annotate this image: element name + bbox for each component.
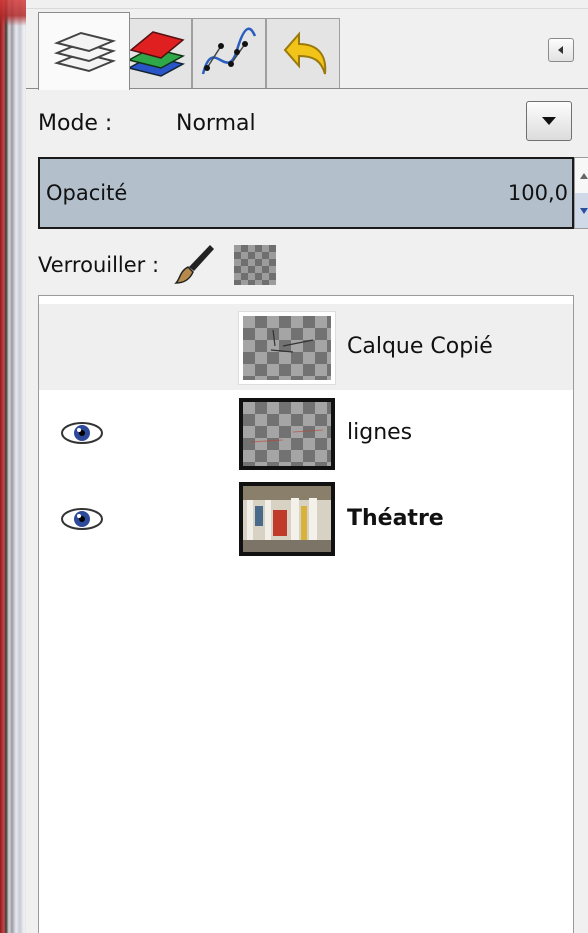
- tab-menu-button[interactable]: [548, 38, 574, 62]
- tab-undo-history[interactable]: [266, 18, 340, 88]
- tab-menu-arrow-icon: [558, 46, 563, 54]
- mode-value[interactable]: Normal: [176, 111, 376, 136]
- chevron-up-icon: [580, 172, 588, 179]
- layer-row[interactable]: Théatre: [39, 476, 573, 562]
- spin-up-button[interactable]: [575, 158, 588, 194]
- chevron-down-icon: [542, 117, 556, 125]
- layers-panel: Mode : Normal Opacité 100,0 Verrouiller …: [26, 88, 588, 933]
- mode-dropdown-button[interactable]: [526, 101, 572, 141]
- opacity-label: Opacité: [46, 181, 128, 205]
- eye-icon[interactable]: [59, 420, 105, 446]
- layer-thumbnail: [239, 398, 335, 470]
- layer-name: Théatre: [347, 506, 444, 531]
- layer-name: Calque Copié: [347, 334, 493, 359]
- theatre-photo: [243, 486, 331, 552]
- undo-history-icon: [283, 30, 327, 74]
- spin-down-button[interactable]: [575, 193, 588, 228]
- lock-label: Verrouiller :: [38, 253, 160, 277]
- opacity-spinner[interactable]: [574, 157, 588, 229]
- sketch-lines: [270, 329, 314, 353]
- layer-thumbnail: [239, 482, 335, 556]
- alpha-checker-icon[interactable]: [234, 245, 276, 285]
- dock-tabs: [26, 8, 588, 90]
- chevron-down-icon: [580, 207, 588, 214]
- layer-thumbnail: [238, 311, 336, 385]
- paths-icon: [201, 27, 257, 74]
- line-marks: [250, 429, 324, 443]
- layers-list: Calque Copié lignes Théatre: [38, 295, 574, 933]
- layer-name: lignes: [347, 420, 413, 445]
- opacity-slider[interactable]: Opacité 100,0: [38, 157, 574, 229]
- tab-paths[interactable]: [192, 18, 266, 88]
- layers-icon: [53, 31, 117, 72]
- layer-row[interactable]: lignes: [39, 390, 573, 476]
- layer-row[interactable]: Calque Copié: [39, 304, 573, 390]
- paint-brush-icon[interactable]: [174, 241, 218, 285]
- opacity-value: 100,0: [507, 181, 568, 205]
- tab-layers[interactable]: [38, 12, 130, 90]
- mode-label: Mode :: [38, 111, 113, 136]
- eye-icon[interactable]: [59, 506, 105, 532]
- channels-icon: [126, 30, 186, 77]
- desktop-edge: [0, 0, 26, 933]
